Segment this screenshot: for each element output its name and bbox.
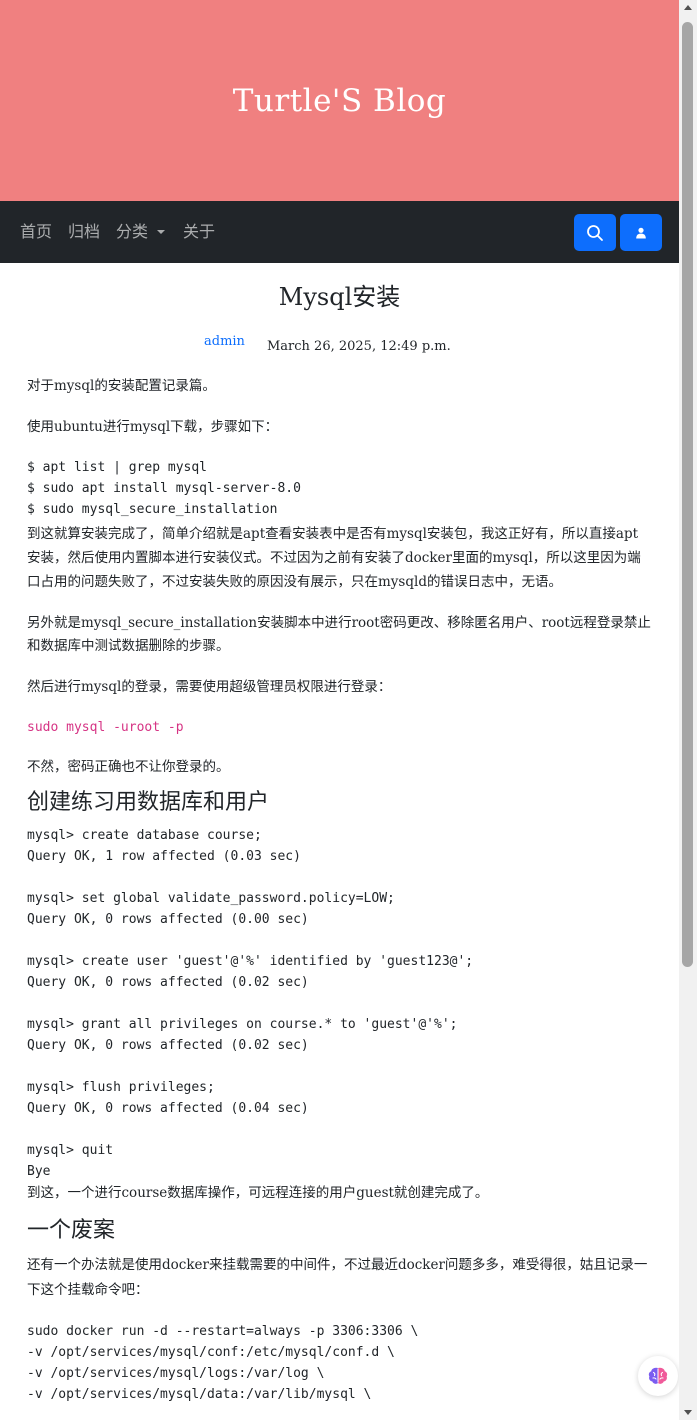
section-heading: 一个废案: [27, 1218, 116, 1243]
paragraph: 对于mysql的安装配置记录篇。: [27, 378, 216, 394]
search-button[interactable]: [574, 214, 616, 251]
navbar: 首页 归档 分类 关于: [0, 201, 679, 263]
paragraph: 到这，一个进行course数据库操作，可远程连接的用户guest就创建完成了。: [27, 1185, 489, 1201]
blog-header: Turtle'S Blog: [0, 0, 679, 201]
post-title: Mysql安装: [278, 283, 401, 311]
user-icon: [636, 227, 646, 238]
nav-home-link[interactable]: 首页: [20, 221, 52, 243]
nav-about-link[interactable]: 关于: [183, 221, 215, 243]
nav-category-dropdown[interactable]: 分类: [116, 221, 166, 243]
page-scrollbar[interactable]: [679, 0, 697, 1420]
nav-archive-link[interactable]: 归档: [68, 221, 100, 243]
code-block: $ apt list | grep mysql $ sudo apt insta…: [27, 460, 301, 517]
code-block: sudo docker run -d --restart=always -p 3…: [27, 1324, 419, 1402]
search-icon: [587, 224, 603, 241]
nav-category-label: 分类: [116, 222, 149, 241]
page: Turtle'S Blog 首页 归档 分类 关于 Mysql安装 admin …: [0, 0, 679, 1420]
scroll-up-arrow-icon[interactable]: [684, 5, 692, 10]
paragraph: 不然，密码正确也不让你登录的。: [27, 759, 230, 775]
code-block: mysql> create database course; Query OK,…: [27, 828, 474, 1179]
scrollbar-thumb[interactable]: [682, 22, 693, 967]
paragraph: 使用ubuntu进行mysql下载，步骤如下：: [27, 419, 279, 435]
inline-code: sudo mysql -uroot -p: [27, 720, 184, 735]
section-heading: 创建练习用数据库和用户: [27, 790, 270, 815]
scroll-down-arrow-icon[interactable]: [684, 1410, 692, 1415]
post-author-link[interactable]: admin: [204, 334, 245, 350]
paragraph: 然后进行mysql的登录，需要使用超级管理员权限进行登录：: [27, 679, 392, 695]
post-content: 对于mysql的安装配置记录篇。 使用ubuntu进行mysql下载，步骤如下：…: [27, 375, 651, 1405]
assistant-button[interactable]: [638, 1356, 678, 1396]
paragraph: 到这就算安装完成了，简单介绍就是apt查看安装表中是否有mysql安装包，我这正…: [27, 526, 641, 590]
blog-title[interactable]: Turtle'S Blog: [233, 83, 447, 119]
brain-icon: [648, 1367, 668, 1384]
post-date: March 26, 2025, 12:49 p.m.: [267, 339, 451, 354]
paragraph: 另外就是mysql_secure_installation安装脚本中进行root…: [27, 615, 651, 654]
caret-down-icon: [157, 230, 166, 234]
user-button[interactable]: [620, 214, 662, 251]
paragraph: 还有一个办法就是使用docker来挂载需要的中间件，不过最近docker问题多多…: [27, 1257, 648, 1298]
